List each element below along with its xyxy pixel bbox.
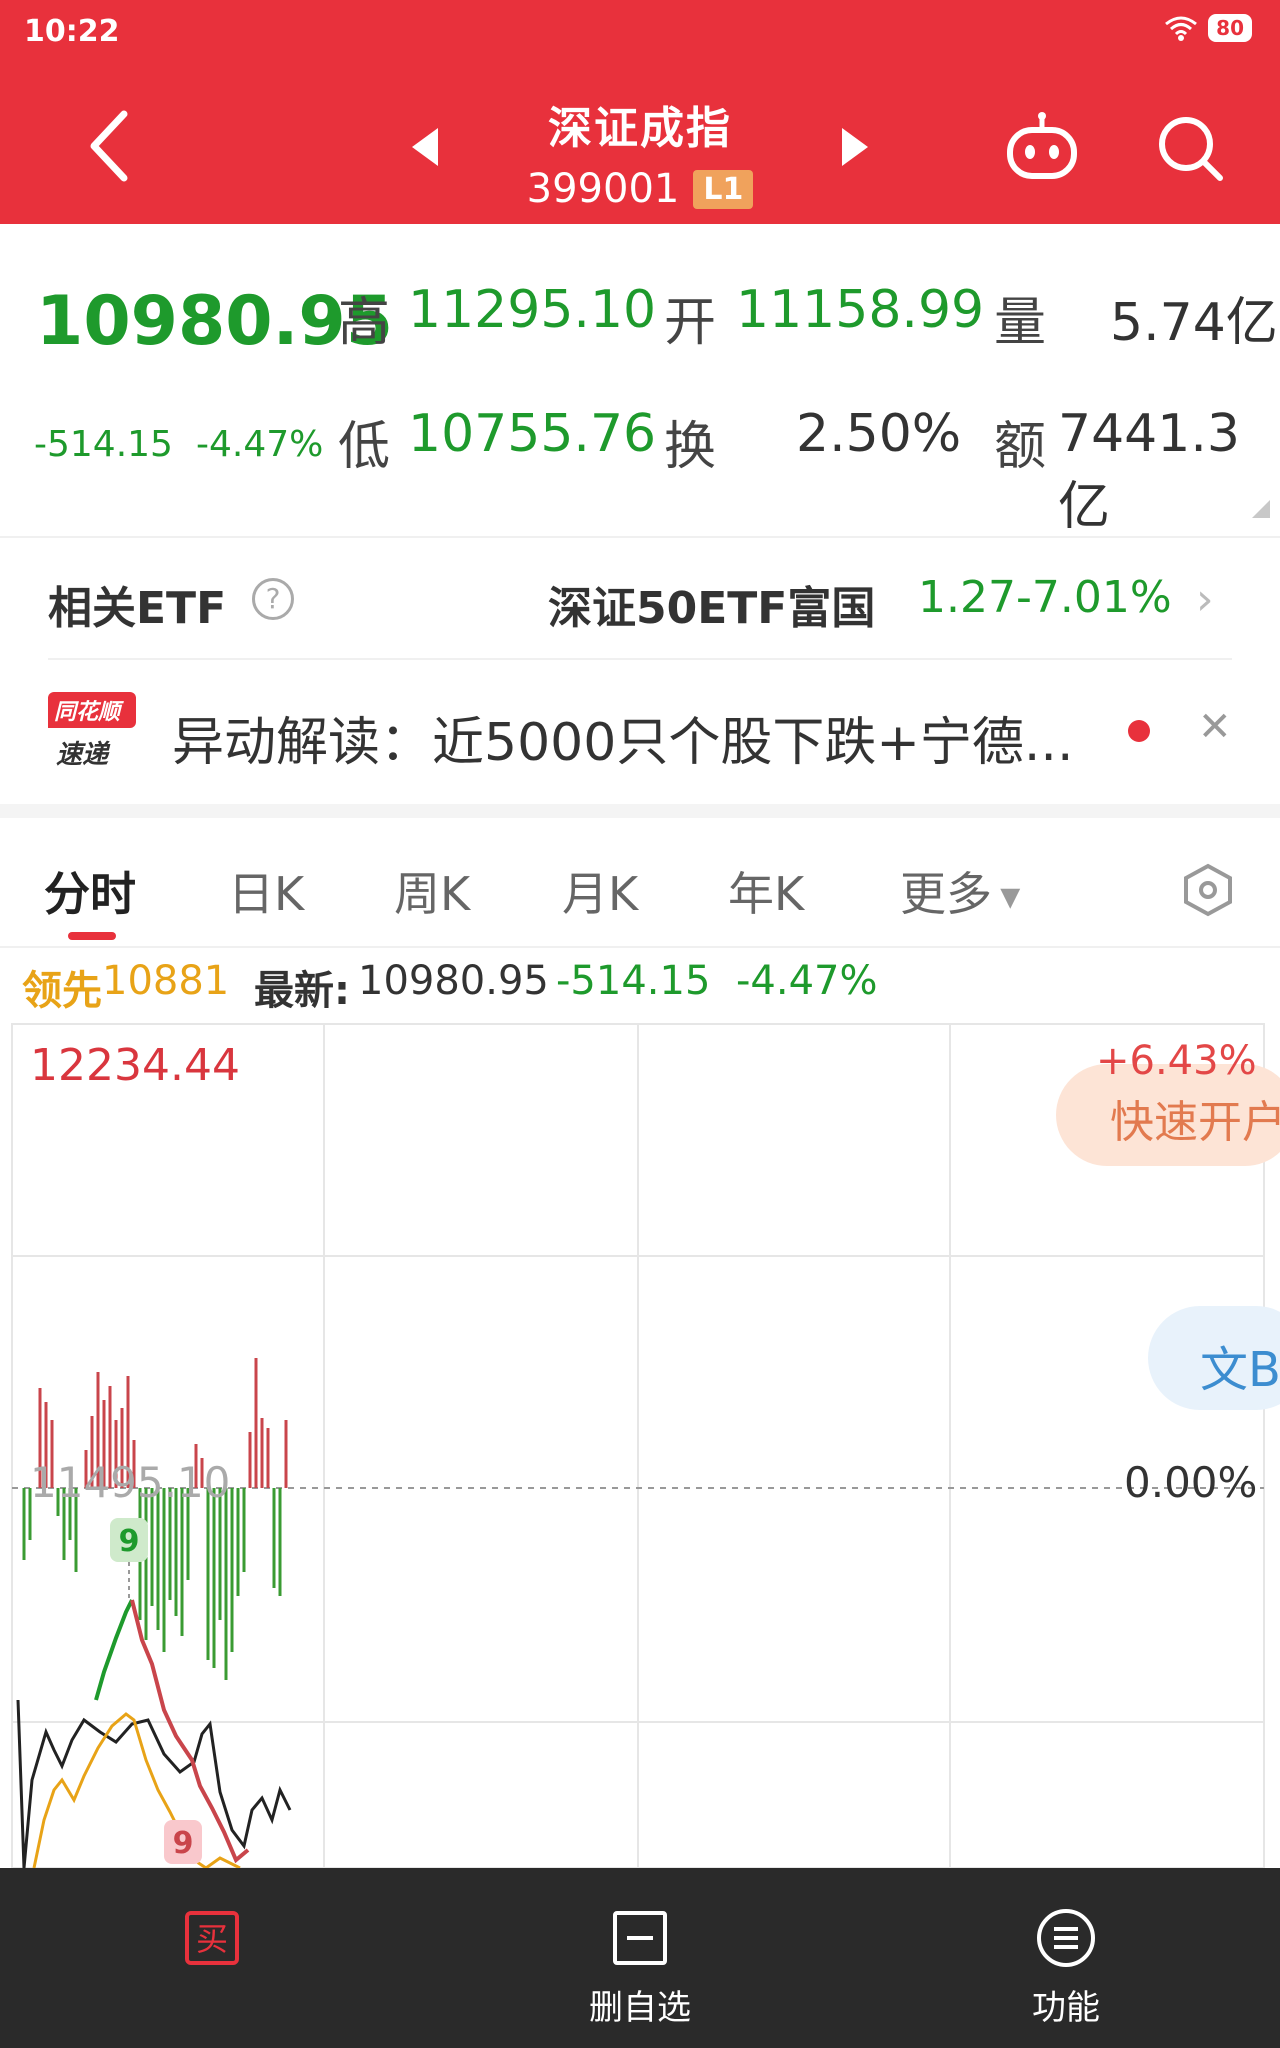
functions-button[interactable]: 功能 <box>966 1868 1166 2048</box>
caret-down-icon: ▼ <box>992 882 1021 913</box>
high-label: 高 <box>338 293 391 353</box>
settings-icon[interactable] <box>1180 862 1236 918</box>
momentum-line-green <box>94 1599 134 1701</box>
index-code: 399001 <box>526 166 680 212</box>
latest-change: -514.15 <box>556 958 711 1004</box>
quote-panel: 10980.95 -514.15 -4.47% 高 11295.10 开 111… <box>0 224 1280 537</box>
svg-text:买: 买 <box>196 1920 228 1958</box>
remove-watchlist-button[interactable]: 删自选 <box>540 1868 740 2048</box>
search-icon[interactable] <box>1154 112 1226 184</box>
expand-corner-icon[interactable] <box>1252 500 1270 518</box>
chevron-right-icon: › <box>1196 574 1214 625</box>
low-value: 10755.76 <box>408 404 657 464</box>
app-header: 10:22 80 深证成指 399001 L1 <box>0 0 1280 224</box>
sell-marker-label: 9 <box>173 1826 194 1861</box>
etf-price: 1.27 <box>918 572 1016 623</box>
pct-axis-zero: 0.00% <box>1124 1458 1258 1507</box>
buy-button[interactable]: 买 <box>112 1868 312 2048</box>
price-change: -514.15 <box>34 424 173 465</box>
news-banner[interactable]: 同花顺 速递 异动解读：近5000只个股下跌+宁德... <box>0 664 1280 800</box>
indicator-row: 领先 10881 最新: 10980.95 -514.15 -4.47% <box>0 958 1280 1018</box>
etf-change-pct: -7.01% <box>1016 572 1172 623</box>
down-bars <box>22 1488 282 1680</box>
tab-month-k[interactable]: 月K <box>562 858 638 924</box>
buy-icon: 买 <box>185 1911 239 1965</box>
level-badge: L1 <box>693 169 754 209</box>
volume-value: 5.74亿 <box>1110 293 1278 353</box>
price-change-pct: -4.47% <box>196 424 324 465</box>
volume-label: 量 <box>994 293 1047 353</box>
latest-label: 最新: <box>254 968 350 1014</box>
status-time: 10:22 <box>24 14 120 49</box>
turnover-label: 换 <box>664 417 717 477</box>
help-icon[interactable]: ? <box>252 578 294 620</box>
low-label: 低 <box>338 417 391 477</box>
tab-intraday[interactable]: 分时 <box>44 858 136 924</box>
turnover-value: 2.50% <box>796 404 962 464</box>
bottom-action-bar: 买 删自选 功能 <box>0 1868 1280 2048</box>
news-headline[interactable]: 异动解读：近5000只个股下跌+宁德... <box>172 700 1122 775</box>
related-etf-row[interactable]: 相关ETF ? 深证50ETF富国 1.27 -7.01% › <box>0 540 1280 660</box>
quick-open-account-label[interactable]: 快速开户 <box>1110 1086 1280 1150</box>
etf-name: 深证50ETF富国 <box>548 583 876 634</box>
pct-axis-top: +6.43% <box>1096 1038 1257 1084</box>
tab-week-k[interactable]: 周K <box>394 858 470 924</box>
news-source-logo: 同花顺 速递 <box>48 692 140 772</box>
menu-icon <box>1037 1909 1095 1967</box>
title-block: 深证成指 399001 L1 <box>0 92 1280 212</box>
tab-year-k[interactable]: 年K <box>728 858 804 924</box>
lead-value: 10881 <box>102 958 230 1004</box>
active-tab-indicator <box>68 932 116 940</box>
price-axis-top: 12234.44 <box>30 1040 240 1091</box>
price-axis-mid: 11495.10 <box>30 1458 231 1507</box>
wifi-icon <box>1165 16 1198 41</box>
related-etf-label: 相关ETF <box>48 583 227 634</box>
tab-day-k[interactable]: 日K <box>228 858 304 924</box>
amount-label: 额 <box>994 417 1047 477</box>
battery-indicator: 80 <box>1208 14 1252 42</box>
divider <box>48 658 1232 660</box>
buy-marker-label: 9 <box>119 1524 140 1559</box>
close-icon[interactable]: ✕ <box>1198 704 1232 750</box>
wen-pill-label[interactable]: 文B <box>1200 1330 1280 1400</box>
functions-label: 功能 <box>1032 1988 1100 2028</box>
amount-value: 7441.3亿 <box>1058 404 1240 537</box>
latest-change-pct: -4.47% <box>736 958 878 1004</box>
open-value: 11158.99 <box>736 280 985 340</box>
remove-watchlist-label: 删自选 <box>589 1988 691 2028</box>
next-index-icon[interactable] <box>840 126 870 168</box>
page-title: 深证成指 <box>548 103 732 154</box>
yellow-indicator-line <box>32 1712 241 1868</box>
divider <box>0 536 1280 538</box>
high-value: 11295.10 <box>408 280 657 340</box>
section-gap <box>0 804 1280 818</box>
tab-more[interactable]: 更多 ▼ <box>900 858 1020 924</box>
robot-assistant-icon[interactable] <box>1004 112 1080 182</box>
chart-tabs: 分时 日K 周K 月K 年K 更多 ▼ <box>0 822 1280 948</box>
open-label: 开 <box>664 293 717 353</box>
unread-dot <box>1128 720 1150 742</box>
status-icons: 80 <box>1164 14 1252 42</box>
remove-icon <box>613 1911 667 1965</box>
latest-value: 10980.95 <box>358 958 549 1004</box>
lead-label: 领先 <box>22 968 102 1014</box>
